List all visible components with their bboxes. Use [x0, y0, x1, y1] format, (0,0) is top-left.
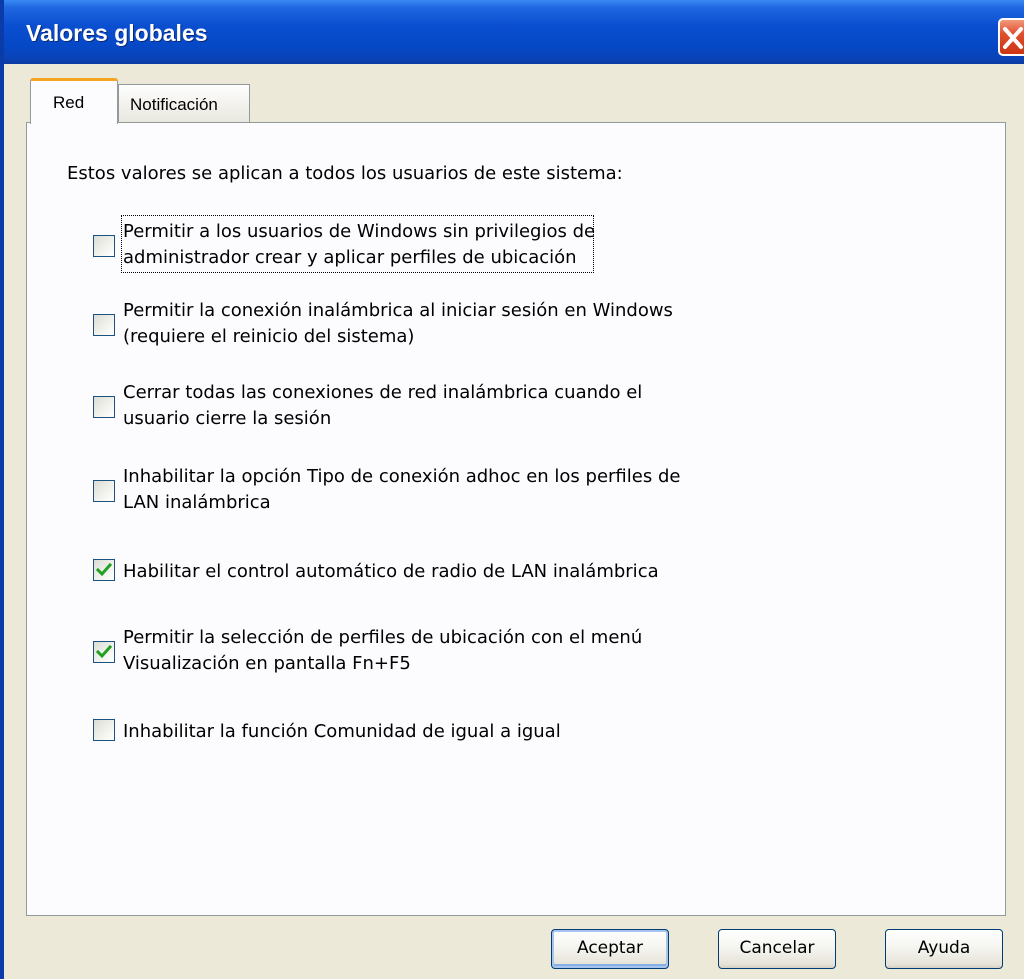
- option-label: Permitir la selección de perfiles de ubi…: [123, 625, 642, 677]
- title-bar[interactable]: Valores globales: [4, 0, 1024, 64]
- close-icon: [1003, 27, 1023, 49]
- tab-notificacion-label: Notificación: [130, 95, 218, 114]
- option-label-line2: usuario cierre la sesión: [123, 408, 332, 429]
- tab-red-label: Red: [53, 93, 85, 112]
- intro-text: Estos valores se aplican a todos los usu…: [67, 163, 623, 184]
- help-button[interactable]: Ayuda: [885, 929, 1003, 969]
- tab-notificacion[interactable]: Notificación: [118, 84, 250, 123]
- checkmark-icon: [96, 644, 112, 659]
- option-label-line2: (requiere el reinicio del sistema): [123, 326, 415, 347]
- dialog-window: Valores globales Red Notificación Estos …: [0, 0, 1024, 979]
- tab-red[interactable]: Red: [30, 78, 118, 124]
- checkbox-logon-wireless[interactable]: [93, 314, 115, 336]
- option-label: Inhabilitar la función Comunidad de igua…: [123, 719, 561, 745]
- option-label-line2: administrador crear y aplicar perfiles d…: [123, 247, 577, 268]
- checkbox-disable-adhoc[interactable]: [93, 480, 115, 502]
- option-label-line1: Cerrar todas las conexiones de red inalá…: [123, 382, 643, 403]
- option-label-line1: Habilitar el control automático de radio…: [123, 561, 659, 582]
- option-label-line1: Permitir a los usuarios de Windows sin p…: [123, 221, 596, 242]
- option-label: Permitir la conexión inalámbrica al inic…: [123, 298, 673, 350]
- tab-panel-red: Estos valores se aplican a todos los usu…: [26, 122, 1006, 916]
- cancel-button[interactable]: Cancelar: [718, 929, 836, 969]
- option-label-line2: Visualización en pantalla Fn+F5: [123, 653, 411, 674]
- option-label: Habilitar el control automático de radio…: [123, 559, 659, 585]
- checkbox-auto-radio-control[interactable]: [93, 559, 115, 581]
- option-label: Cerrar todas las conexiones de red inalá…: [123, 380, 642, 432]
- checkbox-close-connections[interactable]: [93, 396, 115, 418]
- option-label: Inhabilitar la opción Tipo de conexión a…: [123, 464, 680, 516]
- window-title: Valores globales: [26, 20, 208, 46]
- option-label-line1: Inhabilitar la opción Tipo de conexión a…: [123, 466, 681, 487]
- option-label-line1: Permitir la selección de perfiles de ubi…: [123, 627, 643, 648]
- checkbox-fn-f5-profiles[interactable]: [93, 641, 115, 663]
- option-label-line1: Inhabilitar la función Comunidad de igua…: [123, 721, 561, 742]
- option-label-line2: LAN inalámbrica: [123, 492, 271, 513]
- checkbox-non-admin-profiles[interactable]: [93, 235, 115, 257]
- option-label: Permitir a los usuarios de Windows sin p…: [123, 219, 595, 271]
- option-label-line1: Permitir la conexión inalámbrica al inic…: [123, 300, 673, 321]
- ok-button[interactable]: Aceptar: [551, 929, 669, 969]
- close-button[interactable]: [998, 18, 1024, 56]
- checkmark-icon: [96, 562, 112, 577]
- checkbox-disable-peer-to-peer[interactable]: [93, 719, 115, 741]
